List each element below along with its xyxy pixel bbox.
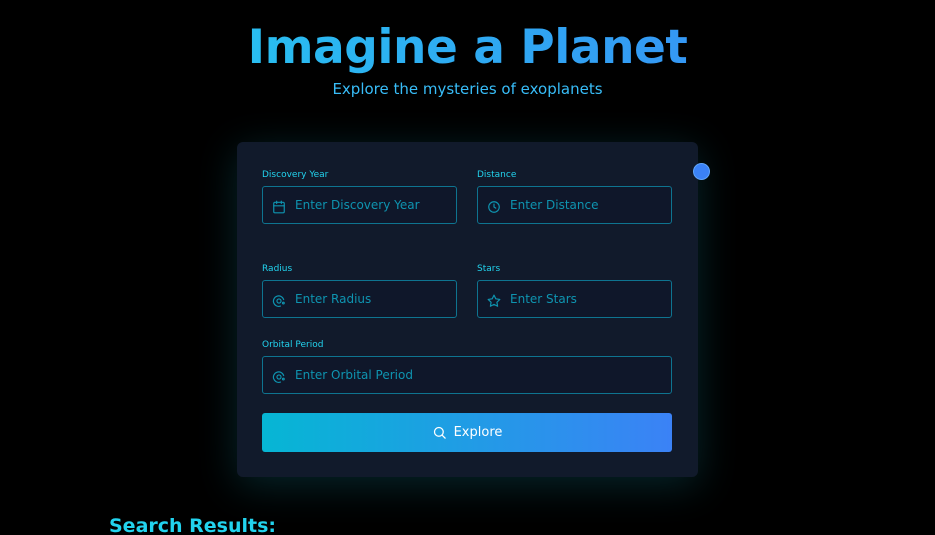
distance-field: Distance (477, 169, 672, 224)
orbital-period-input[interactable] (295, 357, 663, 393)
radius-field: Radius (262, 263, 457, 318)
search-form-card: Discovery Year Distance (237, 142, 698, 477)
radius-label: Radius (262, 264, 293, 274)
search-icon (432, 425, 447, 440)
page-title: Imagine a Planet (0, 16, 935, 80)
explore-button[interactable]: Explore (262, 413, 672, 452)
radius-input-wrapper (262, 280, 457, 318)
page: Imagine a Planet Explore the mysteries o… (0, 0, 935, 535)
stars-input[interactable] (510, 281, 663, 317)
distance-label: Distance (477, 170, 517, 180)
floating-dot (693, 163, 710, 180)
stars-input-wrapper (477, 280, 672, 318)
discovery-year-field: Discovery Year (262, 169, 457, 224)
stars-field: Stars (477, 263, 672, 318)
orbital-period-input-wrapper (262, 356, 672, 394)
discovery-year-label: Discovery Year (262, 170, 329, 180)
discovery-year-input[interactable] (295, 187, 448, 223)
stars-label: Stars (477, 264, 501, 274)
star-icon (487, 293, 501, 307)
clock-icon (487, 199, 501, 213)
search-results-title: Search Results: (109, 515, 277, 535)
explore-button-label: Explore (453, 425, 503, 440)
discovery-year-input-wrapper (262, 186, 457, 224)
page-subtitle: Explore the mysteries of exoplanets (332, 80, 603, 98)
distance-input[interactable] (510, 187, 663, 223)
radius-input[interactable] (295, 281, 448, 317)
distance-input-wrapper (477, 186, 672, 224)
orbit-icon (272, 369, 286, 383)
orbit-icon (272, 293, 286, 307)
orbital-period-label: Orbital Period (262, 340, 324, 350)
orbital-period-field: Orbital Period (262, 339, 672, 394)
calendar-icon (272, 199, 286, 214)
